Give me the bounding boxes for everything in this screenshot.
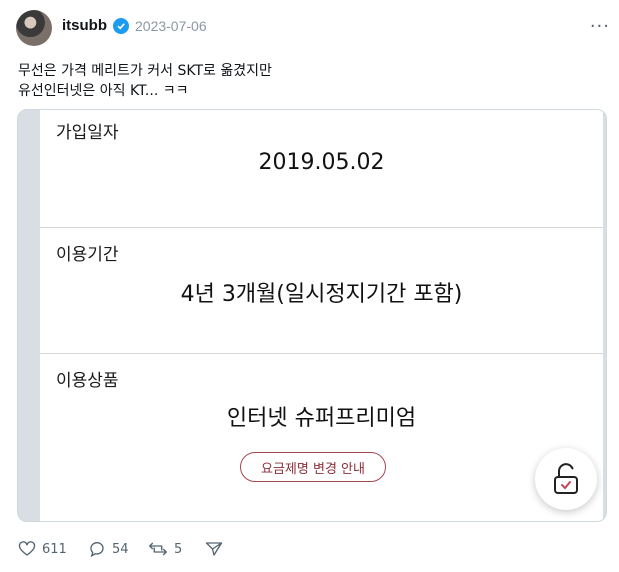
post-date[interactable]: 2023-07-06 — [135, 18, 207, 34]
product-section: 이용상품 인터넷 슈퍼프리미엄 — [40, 354, 603, 521]
join-date-section: 가입일자 2019.05.02 — [40, 110, 603, 228]
heart-icon — [18, 541, 36, 556]
post-header: itsubb 2023-07-06 ··· — [16, 10, 610, 50]
more-options-icon[interactable]: ··· — [590, 16, 610, 37]
post-text-line: 유선인터넷은 아직 KT... ㅋㅋ — [18, 83, 189, 99]
plan-name-change-button[interactable]: 요금제명 변경 안내 — [240, 452, 386, 482]
usage-period-value: 4년 3개월(일시정지기간 포함) — [180, 282, 463, 307]
username[interactable]: itsubb — [62, 17, 107, 34]
attached-image[interactable]: 가입일자 2019.05.02 이용기간 4년 3개월(일시정지기간 포함) 이… — [17, 109, 607, 522]
join-date-value: 2019.05.02 — [258, 150, 385, 175]
share-icon — [205, 542, 223, 556]
post-text-line: 무선은 가격 메리트가 커서 SKT로 옮겼지만 — [18, 63, 272, 79]
post-actions: 611 54 5 — [18, 540, 608, 562]
product-label: 이용상품 — [56, 371, 119, 391]
product-value: 인터넷 슈퍼프리미엄 — [226, 406, 417, 431]
subscription-info-card: 가입일자 2019.05.02 이용기간 4년 3개월(일시정지기간 포함) 이… — [40, 110, 603, 521]
unlock-icon — [554, 463, 578, 494]
repost-icon — [149, 542, 167, 556]
reply-icon — [90, 542, 104, 558]
reply-count: 54 — [112, 541, 129, 557]
share-button[interactable] — [205, 540, 223, 558]
verified-badge-icon — [113, 18, 129, 34]
repost-button[interactable]: 5 — [148, 540, 182, 558]
usage-period-label: 이용기간 — [56, 245, 119, 265]
avatar[interactable] — [16, 10, 52, 46]
unlock-button[interactable] — [535, 448, 597, 510]
join-date-label: 가입일자 — [56, 123, 119, 143]
reply-button[interactable]: 54 — [88, 540, 129, 558]
like-count: 611 — [42, 541, 67, 557]
usage-period-section: 이용기간 4년 3개월(일시정지기간 포함) — [40, 228, 603, 354]
repost-count: 5 — [174, 541, 183, 557]
like-button[interactable]: 611 — [18, 540, 67, 558]
post-text: 무선은 가격 메리트가 커서 SKT로 옮겼지만 유선인터넷은 아직 KT...… — [18, 61, 598, 101]
